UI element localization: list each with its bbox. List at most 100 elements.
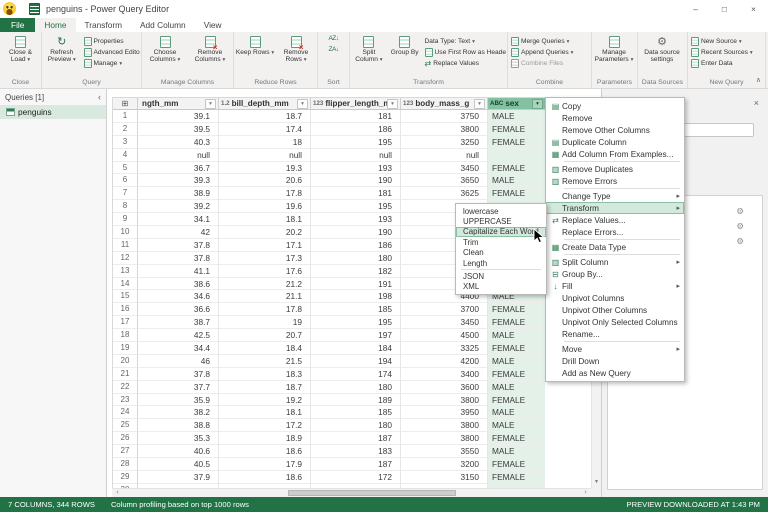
row-number[interactable]: 26: [113, 432, 138, 445]
scroll-left-icon[interactable]: ‹: [113, 489, 122, 497]
cell[interactable]: 42: [138, 226, 219, 239]
column-header-bill-depth-mm[interactable]: 1.2bill_depth_mm▾: [219, 98, 311, 109]
cell[interactable]: 34.4: [138, 342, 219, 355]
cell[interactable]: 39.1: [138, 110, 219, 123]
menu-item-add-as-new-query[interactable]: Add as New Query: [546, 367, 684, 379]
cell[interactable]: 195: [311, 200, 401, 213]
cell[interactable]: 40.6: [138, 445, 219, 458]
cell[interactable]: 3800: [401, 394, 488, 407]
sort-ascending-icon[interactable]: AZ↓: [328, 34, 338, 44]
cell[interactable]: FEMALE: [488, 394, 545, 407]
row-number[interactable]: 27: [113, 445, 138, 458]
cell[interactable]: MALE: [488, 355, 545, 368]
cell[interactable]: 181: [311, 110, 401, 123]
cell[interactable]: 20.7: [219, 329, 311, 342]
menu-item-duplicate-column[interactable]: ▤Duplicate Column: [546, 136, 684, 148]
cell[interactable]: 20.6: [219, 174, 311, 187]
scroll-down-icon[interactable]: ▼: [592, 477, 601, 487]
cell[interactable]: 19.2: [219, 394, 311, 407]
row-number[interactable]: 24: [113, 406, 138, 419]
cell[interactable]: 3600: [401, 381, 488, 394]
menu-item-remove-errors[interactable]: ▥Remove Errors: [546, 175, 684, 187]
filter-icon[interactable]: ▾: [532, 99, 543, 109]
menu-item-copy[interactable]: ▤Copy: [546, 100, 684, 112]
cell[interactable]: 3250: [401, 136, 488, 149]
filter-icon[interactable]: ▾: [205, 99, 216, 109]
cell[interactable]: 38.6: [138, 278, 219, 291]
use-first-row-as-headers-button[interactable]: Use First Row as Headers ▾: [423, 47, 506, 58]
row-number[interactable]: 25: [113, 419, 138, 432]
sort-descending-icon[interactable]: ZA↓: [328, 45, 338, 55]
row-number[interactable]: 16: [113, 303, 138, 316]
filter-icon[interactable]: ▾: [297, 99, 308, 109]
cell[interactable]: FEMALE: [488, 458, 545, 471]
cell[interactable]: 38.2: [138, 406, 219, 419]
menu-item-change-type[interactable]: Change Type▸: [546, 190, 684, 202]
cell[interactable]: 37.8: [138, 252, 219, 265]
cell[interactable]: 35.9: [138, 394, 219, 407]
cell[interactable]: 18.1: [219, 406, 311, 419]
cell[interactable]: FEMALE: [488, 303, 545, 316]
cell[interactable]: 3325: [401, 342, 488, 355]
cell[interactable]: 182: [311, 265, 401, 278]
horizontal-scrollbar[interactable]: ‹ ›: [112, 488, 591, 497]
cell[interactable]: 3450: [401, 316, 488, 329]
cell[interactable]: 3950: [401, 406, 488, 419]
row-number[interactable]: 22: [113, 381, 138, 394]
cell[interactable]: 37.8: [138, 368, 219, 381]
cell[interactable]: 180: [311, 252, 401, 265]
cell[interactable]: 19: [219, 316, 311, 329]
cell[interactable]: 36.6: [138, 303, 219, 316]
cell[interactable]: 186: [311, 123, 401, 136]
cell[interactable]: 21.5: [219, 355, 311, 368]
cell[interactable]: 18.7: [219, 381, 311, 394]
cell[interactable]: 18.6: [219, 445, 311, 458]
cell[interactable]: 174: [311, 368, 401, 381]
minimize-icon[interactable]: –: [681, 0, 710, 18]
gear-icon[interactable]: ⚙: [736, 236, 744, 247]
cell[interactable]: MALE: [488, 329, 545, 342]
cell[interactable]: 181: [311, 187, 401, 200]
merge-queries-button[interactable]: Merge Queries ▾: [509, 36, 575, 47]
cell[interactable]: 21.2: [219, 278, 311, 291]
cell[interactable]: 42.5: [138, 329, 219, 342]
cell[interactable]: 34.1: [138, 213, 219, 226]
cell[interactable]: 17.3: [219, 252, 311, 265]
tab-view[interactable]: View: [195, 18, 231, 32]
row-number[interactable]: 2: [113, 123, 138, 136]
menu-item-replace-values[interactable]: ⇄Replace Values...: [546, 214, 684, 226]
cell[interactable]: 3200: [401, 458, 488, 471]
cell[interactable]: 193: [311, 213, 401, 226]
cell[interactable]: 3800: [401, 123, 488, 136]
cell[interactable]: FEMALE: [488, 432, 545, 445]
cell[interactable]: 38.9: [138, 187, 219, 200]
cell[interactable]: 184: [311, 342, 401, 355]
row-number[interactable]: 13: [113, 265, 138, 278]
cell[interactable]: 187: [311, 432, 401, 445]
cell[interactable]: MALE: [488, 174, 545, 187]
menu-item-clean[interactable]: Clean: [456, 248, 546, 258]
cell[interactable]: 197: [311, 329, 401, 342]
data-type-button[interactable]: Data Type: Text ▾: [423, 36, 506, 47]
row-number[interactable]: 23: [113, 394, 138, 407]
cell[interactable]: 4500: [401, 329, 488, 342]
menu-item-split-column[interactable]: ▥Split Column▸: [546, 256, 684, 268]
cell[interactable]: [488, 149, 545, 162]
cell[interactable]: 18.7: [219, 110, 311, 123]
cell[interactable]: 34.6: [138, 290, 219, 303]
gear-icon[interactable]: ⚙: [736, 221, 744, 232]
cell[interactable]: MALE: [488, 419, 545, 432]
menu-item-length[interactable]: Length: [456, 258, 546, 268]
cell[interactable]: 3150: [401, 471, 488, 484]
choose-columns-button[interactable]: Choose Columns ▾: [143, 34, 187, 78]
cell[interactable]: 3800: [401, 419, 488, 432]
cell[interactable]: 198: [311, 290, 401, 303]
cell[interactable]: 172: [311, 471, 401, 484]
cell[interactable]: 37.8: [138, 239, 219, 252]
menu-item-rename[interactable]: Rename...: [546, 328, 684, 340]
cell[interactable]: 18.4: [219, 342, 311, 355]
cell[interactable]: 17.8: [219, 187, 311, 200]
row-number[interactable]: 3: [113, 136, 138, 149]
cell[interactable]: 183: [311, 445, 401, 458]
row-number[interactable]: 20: [113, 355, 138, 368]
